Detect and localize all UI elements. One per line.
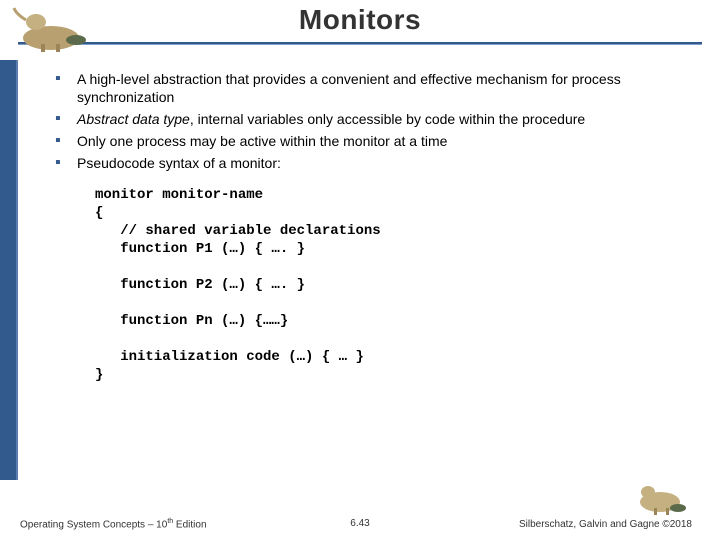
bullet-item: ▪ Pseudocode syntax of a monitor: — [55, 154, 685, 172]
bullet-item: ▪ Only one process may be active within … — [55, 132, 685, 150]
footer-left: Operating System Concepts – 10th Edition — [20, 518, 207, 530]
bullet-icon: ▪ — [55, 132, 77, 150]
footer-center: 6.43 — [350, 518, 369, 529]
bullet-item: ▪ A high-level abstraction that provides… — [55, 70, 685, 106]
dinosaur-bottom-icon — [630, 478, 690, 518]
dinosaur-top-icon — [6, 2, 96, 54]
footer-left-a: Operating System Concepts – 10 — [20, 519, 167, 530]
bullet-item: ▪ Abstract data type, internal variables… — [55, 110, 685, 128]
footer-right: Silberschatz, Galvin and Gagne ©2018 — [519, 519, 692, 530]
slide-content: ▪ A high-level abstraction that provides… — [55, 70, 685, 384]
slide-title: Monitors — [0, 4, 720, 36]
bullet-rest: , internal variables only accessible by … — [190, 111, 585, 127]
bullet-text: A high-level abstraction that provides a… — [77, 70, 685, 106]
bullet-icon: ▪ — [55, 154, 77, 172]
bullet-text: Pseudocode syntax of a monitor: — [77, 154, 281, 172]
bullet-italic: Abstract data type — [77, 111, 190, 127]
bullet-icon: ▪ — [55, 70, 77, 88]
code-block: monitor monitor-name { // shared variabl… — [95, 186, 685, 384]
sidebar-stripe — [0, 60, 18, 480]
title-underline — [18, 42, 702, 45]
bullet-text: Abstract data type, internal variables o… — [77, 110, 585, 128]
bullet-text: Only one process may be active within th… — [77, 132, 447, 150]
bullet-icon: ▪ — [55, 110, 77, 128]
slide-header: Monitors — [0, 0, 720, 45]
slide-footer: Operating System Concepts – 10th Edition… — [0, 518, 720, 530]
footer-left-b: Edition — [173, 519, 206, 530]
